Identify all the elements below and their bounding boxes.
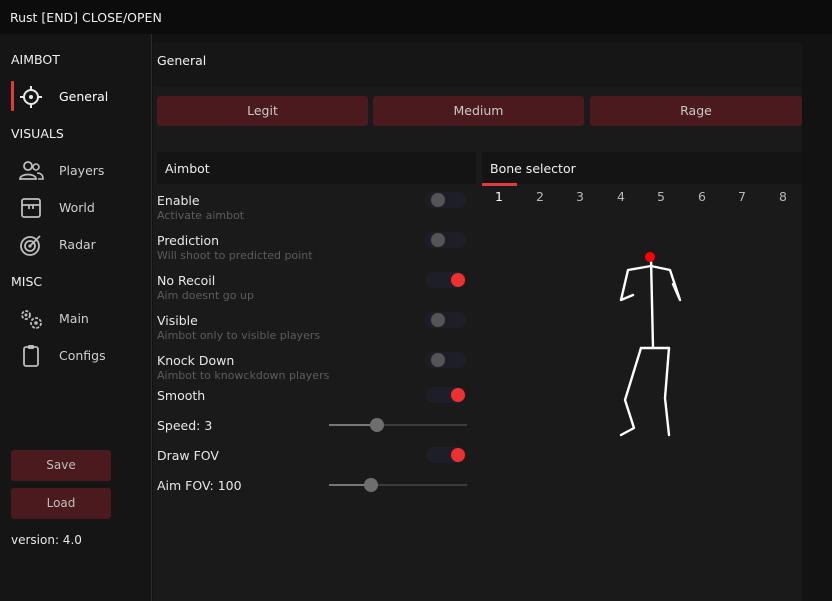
speed-slider[interactable] [329, 418, 467, 432]
aimbot-panel-header: Aimbot [157, 152, 476, 184]
sidebar-item-radar[interactable]: Radar [0, 227, 150, 263]
preset-medium-button[interactable]: Medium [373, 96, 584, 126]
clipboard-icon [23, 345, 39, 367]
prediction-toggle[interactable] [426, 232, 466, 248]
slider-thumb[interactable] [364, 478, 378, 492]
skeleton-spine [649, 256, 655, 350]
skeleton-right-arm [649, 264, 682, 302]
bone-tab-8[interactable]: 8 [771, 189, 795, 204]
save-button[interactable]: Save [11, 450, 111, 481]
option-no-recoil-label: No Recoil [157, 273, 216, 288]
toggle-knob [431, 313, 445, 327]
version-label: version: 4.0 [11, 533, 82, 547]
active-marker [11, 81, 14, 111]
toggle-knob [431, 353, 445, 367]
speed-label: Speed: 3 [157, 418, 213, 433]
page-title: General [157, 53, 207, 68]
no-recoil-toggle[interactable] [426, 272, 466, 288]
crosshair-icon [20, 86, 42, 108]
option-enable-description: Activate aimbot [157, 209, 245, 222]
bone-tab-4[interactable]: 4 [609, 189, 633, 204]
bone-tab-3[interactable]: 3 [568, 189, 592, 204]
option-smooth-label: Smooth [157, 388, 206, 403]
bone-tab-1[interactable]: 1 [487, 189, 511, 204]
gears-icon [21, 310, 42, 329]
bone-tab-7[interactable]: 7 [730, 189, 754, 204]
skeleton-left-arm [619, 264, 653, 302]
option-knock-down-description: Aimbot to knowckdown players [157, 369, 330, 382]
draw-fov-label: Draw FOV [157, 448, 219, 463]
option-enable-label: Enable [157, 193, 200, 208]
main-panel: General Legit Medium Rage Aimbot Bone se… [153, 43, 802, 601]
sidebar-item-label: Players [59, 163, 105, 178]
sidebar-item-world[interactable]: World [0, 190, 150, 226]
sidebar-item-players[interactable]: Players [0, 153, 150, 189]
sidebar-item-label: Configs [59, 348, 106, 363]
bone-panel-title: Bone selector [490, 161, 576, 176]
slider-thumb[interactable] [370, 418, 384, 432]
bone-tab-6[interactable]: 6 [690, 189, 714, 204]
option-visible-label: Visible [157, 313, 198, 328]
enable-toggle[interactable] [426, 192, 466, 208]
draw-fov-toggle[interactable] [426, 447, 466, 463]
smooth-toggle[interactable] [426, 387, 466, 403]
sidebar: AIMBOT General VISUALS Players World Rad… [0, 34, 152, 601]
option-prediction-label: Prediction [157, 233, 220, 248]
bone-tab-indicator [482, 183, 517, 186]
sidebar-item-main[interactable]: Main [0, 301, 150, 337]
section-label-visuals: VISUALS [11, 126, 64, 141]
toggle-knob [451, 388, 465, 402]
section-label-aimbot: AIMBOT [11, 52, 60, 67]
box-icon [21, 198, 41, 218]
aim-fov-slider[interactable] [329, 478, 467, 492]
bone-tab-2[interactable]: 2 [528, 189, 552, 204]
sidebar-item-configs[interactable]: Configs [0, 338, 150, 374]
option-no-recoil-description: Aim doesnt go up [157, 289, 254, 302]
bone-panel-header: Bone selector [482, 152, 802, 184]
skeleton-figure [619, 252, 682, 437]
preset-legit-button[interactable]: Legit [157, 96, 368, 126]
skeleton-right-leg [663, 346, 671, 437]
sidebar-item-label: Radar [59, 237, 96, 252]
title-bar: Rust [END] CLOSE/OPEN [0, 0, 832, 34]
aim-fov-label: Aim FOV: 100 [157, 478, 242, 493]
toggle-knob [431, 193, 445, 207]
main-header: General [153, 43, 802, 87]
sidebar-item-general[interactable]: General [0, 79, 150, 115]
option-knock-down-label: Knock Down [157, 353, 235, 368]
knock-down-toggle[interactable] [426, 352, 466, 368]
aimbot-panel-title: Aimbot [165, 161, 210, 176]
toggle-knob [451, 273, 465, 287]
preset-rage-button[interactable]: Rage [590, 96, 802, 126]
skeleton-left-leg [619, 346, 643, 437]
toggle-knob [451, 448, 465, 462]
sidebar-item-label: Main [59, 311, 89, 326]
head-bone-marker[interactable] [645, 252, 655, 262]
option-prediction-description: Will shoot to predicted point [157, 249, 313, 262]
bone-tab-5[interactable]: 5 [649, 189, 673, 204]
sidebar-item-label: General [59, 89, 109, 104]
option-visible-description: Aimbot only to visible players [157, 329, 321, 342]
users-icon [19, 161, 44, 180]
toggle-knob [431, 233, 445, 247]
visible-toggle[interactable] [426, 312, 466, 328]
window-title: Rust [END] CLOSE/OPEN [10, 10, 162, 25]
load-button[interactable]: Load [11, 488, 111, 519]
section-label-misc: MISC [11, 274, 43, 289]
sidebar-item-label: World [59, 200, 95, 215]
radar-icon [20, 235, 41, 256]
